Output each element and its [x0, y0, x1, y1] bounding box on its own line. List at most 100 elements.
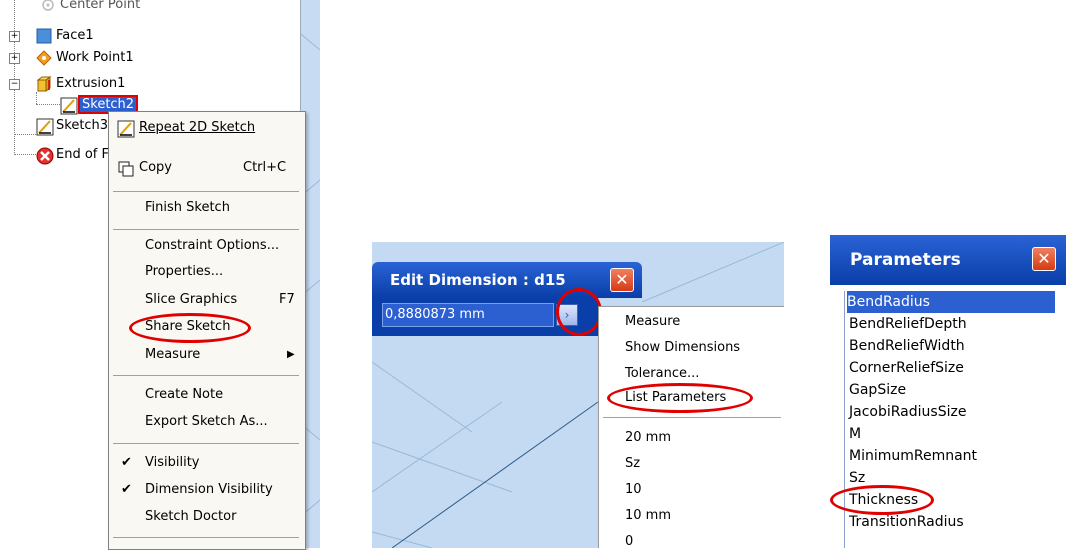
annotation-ellipse	[607, 383, 753, 413]
parameter-item[interactable]: M	[849, 423, 861, 445]
copy-icon	[117, 160, 134, 176]
menu-item-label: Visibility	[145, 455, 200, 470]
edit-dimension-screenshot: Edit Dimension : d15 ✕ 0,8880873 mm › Me…	[372, 242, 784, 548]
check-icon: ✔	[121, 455, 132, 470]
expand-toggle[interactable]: +	[9, 31, 20, 42]
center-point-icon	[40, 0, 56, 13]
dialog-title: Parameters	[850, 250, 961, 270]
menu-item-label: Tolerance...	[625, 366, 700, 381]
tree-item-extrusion1[interactable]: Extrusion1	[36, 75, 125, 93]
menu-item-label: Sz	[625, 456, 641, 471]
close-button[interactable]: ✕	[1032, 247, 1056, 271]
menu-item-label: Finish Sketch	[145, 200, 230, 215]
tree-item-label: Work Point1	[56, 50, 134, 65]
menu-item-label: 10	[625, 482, 642, 497]
menu-item-finish-sketch[interactable]: Finish Sketch	[145, 197, 295, 219]
menu-separator	[113, 229, 299, 230]
sketch-icon	[117, 120, 135, 137]
menu-separator	[603, 417, 781, 418]
parameter-item[interactable]: CornerReliefSize	[849, 357, 964, 379]
parameters-titlebar[interactable]: Parameters ✕	[830, 235, 1066, 285]
menu-item-slice-graphics[interactable]: Slice Graphics F7	[145, 289, 295, 311]
submenu-arrow-icon: ▶	[287, 349, 295, 360]
parameter-item[interactable]: MinimumRemnant	[849, 445, 977, 467]
menu-item-value[interactable]: 20 mm	[625, 427, 671, 449]
tree-item-work-point1[interactable]: Work Point1	[36, 49, 134, 67]
menu-shortcut: Ctrl+C	[243, 160, 287, 175]
menu-item-measure[interactable]: Measure	[625, 311, 680, 333]
parameter-item[interactable]: GapSize	[849, 379, 906, 401]
tree-connector	[14, 0, 15, 155]
tree-connector	[14, 134, 36, 135]
menu-item-visibility[interactable]: ✔ Visibility	[121, 452, 297, 474]
menu-item-constraint-options[interactable]: Constraint Options...	[145, 235, 295, 257]
parameter-item[interactable]: BendReliefWidth	[849, 335, 965, 357]
menu-item-label: 0	[625, 534, 634, 548]
parameter-item[interactable]: BendReliefDepth	[849, 313, 967, 335]
menu-item-label: Constraint Options...	[145, 238, 280, 253]
dimension-flyout-menu: Measure Show Dimensions Tolerance... Lis…	[598, 306, 784, 548]
sketch-icon	[60, 97, 78, 114]
menu-item-export-sketch-as[interactable]: Export Sketch As...	[145, 411, 295, 433]
menu-item-label: Show Dimensions	[625, 340, 741, 355]
work-point-icon	[36, 49, 52, 66]
tree-item-label: Face1	[56, 28, 94, 43]
menu-item-label: 10 mm	[625, 508, 672, 523]
menu-item-dimension-visibility[interactable]: ✔ Dimension Visibility	[121, 479, 297, 501]
tree-item-face1[interactable]: Face1	[36, 27, 94, 45]
menu-item-label: 20 mm	[625, 430, 672, 445]
menu-item-label: Create Note	[145, 387, 224, 402]
extrusion-icon	[36, 75, 52, 92]
menu-item-repeat-2d-sketch[interactable]: Repeat 2D Sketch	[117, 117, 297, 139]
tree-item-label: Extrusion1	[56, 76, 126, 91]
expand-toggle[interactable]: +	[9, 53, 20, 64]
menu-item-sketch-doctor[interactable]: Sketch Doctor	[145, 506, 295, 528]
dialog-title: Edit Dimension : d15	[390, 271, 566, 289]
menu-item-value[interactable]: 10 mm	[625, 505, 671, 527]
parameter-item-selected[interactable]: BendRadius	[846, 290, 1056, 314]
tree-connector	[14, 154, 36, 155]
menu-item-label: Measure	[145, 347, 201, 362]
face-icon	[36, 28, 52, 44]
menu-shortcut: F7	[279, 292, 295, 307]
menu-item-copy[interactable]: Copy Ctrl+C	[117, 157, 297, 179]
menu-separator	[113, 443, 299, 444]
menu-item-label: Export Sketch As...	[145, 414, 268, 429]
menu-item-label: Slice Graphics	[145, 292, 238, 307]
parameter-item[interactable]: JacobiRadiusSize	[849, 401, 966, 423]
sketch-context-menu: Repeat 2D Sketch Copy Ctrl+C Finish Sket…	[108, 111, 306, 550]
menu-item-label: Dimension Visibility	[145, 482, 273, 497]
close-button[interactable]: ✕	[610, 268, 634, 292]
menu-item-properties[interactable]: Properties...	[145, 261, 295, 283]
sketch-icon	[36, 118, 54, 135]
menu-item-value[interactable]: 10	[625, 479, 642, 501]
edit-dimension-titlebar[interactable]: Edit Dimension : d15 ✕	[372, 262, 642, 298]
collapse-toggle[interactable]: −	[9, 79, 20, 90]
menu-separator	[113, 191, 299, 192]
menu-item-label: Properties...	[145, 264, 224, 279]
tree-connector	[36, 92, 37, 104]
menu-separator	[113, 375, 299, 376]
menu-separator	[113, 537, 299, 538]
annotation-ellipse	[129, 313, 251, 343]
menu-item-label: Copy	[139, 160, 172, 175]
end-of-part-icon	[36, 147, 54, 164]
annotation-ellipse	[556, 288, 602, 336]
dimension-value-input[interactable]: 0,8880873 mm	[382, 303, 554, 327]
close-icon: ✕	[1037, 249, 1051, 268]
menu-item-value[interactable]: Sz	[625, 453, 640, 475]
menu-item-measure[interactable]: Measure ▶	[145, 344, 295, 366]
menu-item-tolerance[interactable]: Tolerance...	[625, 363, 699, 385]
menu-item-label: Measure	[625, 314, 681, 329]
menu-item-value[interactable]: 0	[625, 531, 633, 548]
parameters-screenshot: Parameters ✕ BendRadius BendReliefDepth …	[830, 235, 1066, 548]
menu-item-show-dimensions[interactable]: Show Dimensions	[625, 337, 740, 359]
menu-item-create-note[interactable]: Create Note	[145, 384, 295, 406]
tree-item-label: Sketch2	[77, 95, 139, 114]
tree-connector	[36, 104, 60, 105]
tree-item-sketch3[interactable]: Sketch3	[36, 117, 108, 135]
tree-item-end-of-part[interactable]: End of F	[36, 146, 109, 164]
menu-item-label: Sketch Doctor	[145, 509, 237, 524]
tree-item-center-point[interactable]: Center Point	[40, 0, 140, 14]
tree-item-label: Sketch3	[56, 118, 109, 133]
